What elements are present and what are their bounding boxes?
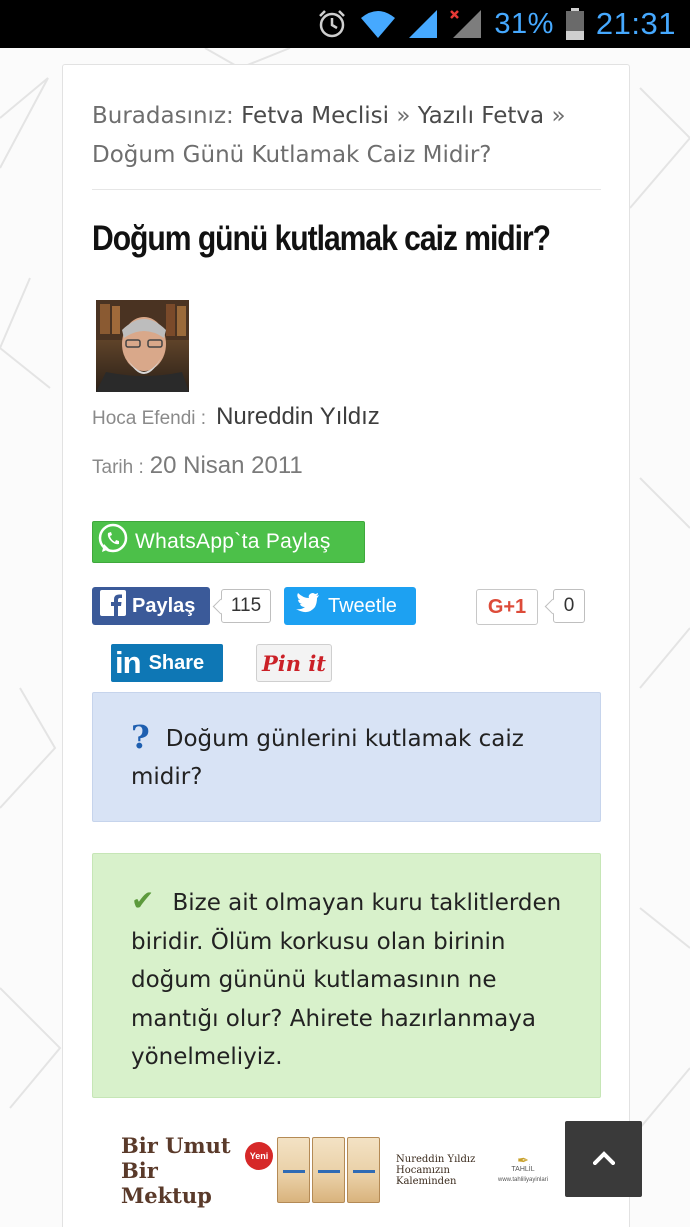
book-cover	[312, 1137, 345, 1203]
author-name[interactable]: Nureddin Yıldız	[216, 403, 380, 431]
scroll-to-top-button[interactable]	[565, 1121, 642, 1197]
divider	[92, 189, 601, 190]
date-label: Tarih :	[92, 457, 144, 478]
date-row: Tarih : 20 Nisan 2011	[92, 452, 303, 480]
author-avatar[interactable]	[96, 300, 189, 392]
banner-title: Bir Umut Bir Mektup	[113, 1133, 245, 1208]
facebook-share-label: Paylaş	[132, 594, 196, 617]
breadcrumb-separator: »	[551, 103, 566, 129]
share-row-2: in Share Pin it	[111, 644, 411, 684]
author-label: Hoca Efendi :	[92, 408, 207, 429]
chevron-up-icon	[591, 1150, 616, 1169]
book-covers	[277, 1137, 380, 1203]
share-row: Paylaş 115 Tweetle G+1 0	[92, 587, 602, 627]
publisher-pen-icon: ✒	[517, 1152, 529, 1168]
question-text: Doğum günlerini kutlamak caiz midir?	[131, 726, 524, 790]
banner-author-line2: Hocamızın	[396, 1164, 450, 1176]
banner-author-line1: Nureddin Yıldız	[396, 1153, 476, 1165]
linkedin-share-label: Share	[148, 651, 205, 674]
book-cover	[277, 1137, 310, 1203]
signal-icon	[408, 9, 438, 39]
pinterest-pin-label: Pin it	[261, 650, 327, 676]
banner-author-line3: Kaleminden	[396, 1175, 457, 1187]
linkedin-icon: in	[115, 645, 142, 680]
facebook-icon	[100, 590, 126, 622]
signal-no-data-icon	[450, 9, 482, 39]
battery-percent: 31%	[494, 7, 554, 40]
author-row: Hoca Efendi : Nureddin Yıldız	[92, 403, 380, 431]
google-plus-label: G+1	[487, 595, 527, 618]
publisher-url: www.tahliliyayinlari	[497, 1177, 548, 1183]
clock: 21:31	[595, 6, 676, 41]
twitter-tweet-button[interactable]: Tweetle	[284, 587, 416, 625]
publisher-logo: ✒ TAHLİL www.tahliliyayinlari	[488, 1152, 558, 1185]
whatsapp-share-button[interactable]: WhatsApp`ta Paylaş	[92, 521, 365, 563]
breadcrumb-current: Doğum Günü Kutlamak Caiz Midir?	[92, 142, 492, 168]
pinterest-pin-button[interactable]: Pin it	[256, 644, 332, 682]
publisher-name: TAHLİL	[511, 1166, 535, 1173]
banner-author-text: Nureddin Yıldız Hocamızın Kaleminden	[396, 1154, 488, 1187]
breadcrumb: Buradasınız: Fetva Meclisi » Yazılı Fetv…	[92, 97, 592, 175]
breadcrumb-link-fetva-meclisi[interactable]: Fetva Meclisi	[241, 103, 389, 129]
answer-box: ✔ Bize ait olmayan kuru taklitlerden biri…	[92, 853, 601, 1098]
date-value: 20 Nisan 2011	[149, 452, 303, 479]
question-box: ? Doğum günlerini kutlamak caiz midir?	[92, 692, 601, 822]
whatsapp-icon	[97, 523, 129, 561]
banner-title-line1: Bir Umut	[121, 1132, 231, 1158]
twitter-bird-icon	[296, 593, 320, 619]
answer-text: Bize ait olmayan kuru taklitlerden birid…	[131, 890, 562, 1070]
article-card: Buradasınız: Fetva Meclisi » Yazılı Fetv…	[62, 64, 630, 1227]
breadcrumb-link-yazili-fetva[interactable]: Yazılı Fetva	[418, 103, 544, 129]
book-cover	[347, 1137, 380, 1203]
google-plus-count: 0	[553, 589, 585, 623]
wifi-icon	[360, 9, 396, 39]
check-icon: ✔	[131, 884, 155, 917]
google-plus-one-button[interactable]: G+1	[476, 589, 538, 625]
linkedin-share-button[interactable]: in Share	[111, 644, 223, 682]
book-ad-banner[interactable]: Bir Umut Bir Mektup Yeni Nureddin Yıldız…	[113, 1133, 573, 1208]
alarm-icon	[316, 8, 348, 40]
whatsapp-share-label: WhatsApp`ta Paylaş	[135, 530, 331, 553]
page-title: Doğum günü kutlamak caiz midir?	[92, 219, 551, 258]
status-bar: 31% 21:31	[0, 0, 690, 48]
battery-icon	[565, 8, 584, 40]
banner-title-line2: Bir Mektup	[121, 1157, 212, 1208]
facebook-share-count: 115	[221, 589, 271, 623]
facebook-share-button[interactable]: Paylaş	[92, 587, 210, 625]
breadcrumb-prefix: Buradasınız:	[92, 103, 234, 129]
twitter-tweet-label: Tweetle	[328, 594, 397, 617]
question-mark-icon: ?	[131, 718, 150, 756]
new-badge: Yeni	[245, 1142, 273, 1170]
breadcrumb-separator: »	[396, 103, 411, 129]
